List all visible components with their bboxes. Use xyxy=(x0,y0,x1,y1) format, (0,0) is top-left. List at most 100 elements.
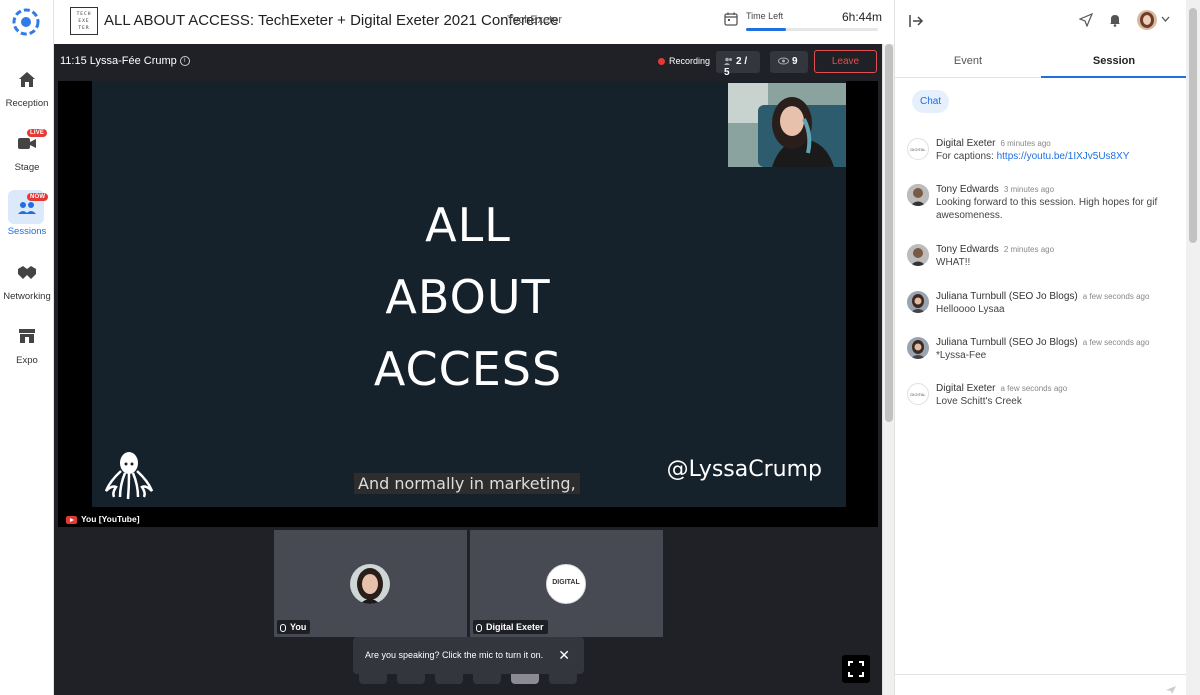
video-source-text: You [YouTube] xyxy=(81,514,140,524)
tab-session[interactable]: Session xyxy=(1041,44,1187,78)
main-video[interactable]: ALL ABOUT ACCESS And normally in marketi… xyxy=(58,81,878,527)
avatar[interactable] xyxy=(1137,10,1157,30)
page-scrollbar[interactable] xyxy=(1186,0,1200,695)
nav-sessions[interactable]: NOW Sessions xyxy=(0,190,54,256)
now-badge: NOW xyxy=(27,193,49,201)
avatar xyxy=(907,184,929,206)
video-source-label: You [YouTube] xyxy=(66,514,140,524)
fullscreen-icon xyxy=(848,661,864,677)
nav-stage-label: Stage xyxy=(14,162,40,173)
message-text: Looking forward to this session. High ho… xyxy=(936,197,1158,221)
participant-name: Digital Exeter xyxy=(486,622,544,632)
nav-networking[interactable]: Networking xyxy=(0,261,54,321)
leave-button[interactable]: Leave xyxy=(814,50,877,73)
session-time-speaker-text: 11:15 Lyssa-Fée Crump xyxy=(60,55,177,67)
avatar: DIGITAL xyxy=(907,383,929,405)
nav-stage[interactable]: LIVE Stage xyxy=(0,129,54,192)
viewers-count-text: 9 xyxy=(792,56,798,67)
eye-icon xyxy=(778,57,789,65)
chat-subtab[interactable]: Chat xyxy=(912,90,950,113)
fullscreen-button[interactable] xyxy=(842,655,870,683)
close-icon[interactable]: ✕ xyxy=(558,647,570,664)
speaker-pip-video[interactable] xyxy=(728,83,846,167)
brand-line-2: EXE xyxy=(78,19,90,24)
participant-name-badge: Digital Exeter xyxy=(473,620,548,634)
brand-line-1: TECH xyxy=(76,12,92,17)
camera-control-button[interactable] xyxy=(359,674,387,684)
time-left-progress-fill xyxy=(746,28,786,31)
calendar-icon xyxy=(724,12,738,26)
participant-tile-digital-exeter[interactable]: DIGITAL Digital Exeter xyxy=(470,530,663,637)
message-author: Tony Edwards 2 minutes ago xyxy=(936,244,1054,255)
stage-scrollbar[interactable] xyxy=(882,44,894,695)
message-time: 2 minutes ago xyxy=(1003,245,1055,254)
organizer-name[interactable]: TechExeter xyxy=(507,14,562,26)
live-badge: LIVE xyxy=(27,129,48,137)
techexeter-logo[interactable]: TECH EXE TER xyxy=(70,7,98,35)
recording-dot-icon xyxy=(658,58,665,66)
panel-tabs: Event Session xyxy=(895,44,1187,78)
juliana-avatar-image xyxy=(907,337,929,359)
message-author-name: Juliana Turnbull (SEO Jo Blogs) xyxy=(936,337,1078,348)
nav-reception[interactable]: Reception xyxy=(0,68,54,128)
digital-exeter-mini-logo-text: DIGITAL xyxy=(910,147,926,152)
participant-tile-you[interactable]: You xyxy=(274,530,467,637)
participant-name-badge: You xyxy=(277,620,311,634)
avatar xyxy=(907,337,929,359)
slide-twitter-handle: @LyssaCrump xyxy=(666,457,822,482)
participants-count[interactable]: 2 / 5 xyxy=(716,51,760,78)
nav-networking-label: Networking xyxy=(3,291,51,302)
message-time: a few seconds ago xyxy=(1082,338,1150,347)
slide-title-line-3: ACCESS xyxy=(373,342,563,396)
speaker-webcam-image xyxy=(728,83,846,167)
avatar-you-image xyxy=(350,564,390,604)
captions-link[interactable]: https://youtu.be/1IXJv5Us8XY xyxy=(997,151,1130,162)
tony-avatar-image xyxy=(907,244,929,266)
message-text: Helloooo Lysaa xyxy=(936,304,1005,315)
raise-hand-button[interactable] xyxy=(511,674,539,684)
collapse-panel-icon[interactable] xyxy=(908,13,924,29)
youtube-icon xyxy=(66,515,77,524)
stage-scrollbar-thumb[interactable] xyxy=(885,44,893,422)
slide-title-line-2: ABOUT xyxy=(385,270,551,324)
octopus-logo-icon xyxy=(104,452,154,500)
slide-title-line-1: ALL xyxy=(425,198,511,252)
nav-expo-label: Expo xyxy=(16,355,38,366)
message-text: *Lyssa-Fee xyxy=(936,350,987,361)
storefront-icon xyxy=(19,329,35,343)
panel-toolbar xyxy=(895,0,1187,44)
event-title: ALL ABOUT ACCESS: TechExeter + Digital E… xyxy=(104,12,559,29)
send-icon[interactable] xyxy=(1079,13,1093,27)
app-window: Reception LIVE Stage NOW Sessions Networ… xyxy=(0,0,1200,695)
screen-share-button[interactable] xyxy=(435,674,463,684)
recording-indicator: Recording xyxy=(658,56,710,66)
nav-expo[interactable]: Expo xyxy=(0,325,54,385)
session-time-speaker: 11:15 Lyssa-Fée Crump i xyxy=(60,55,190,67)
chat-input-area[interactable] xyxy=(895,674,1187,695)
more-options-button[interactable] xyxy=(549,674,577,684)
bell-icon[interactable] xyxy=(1108,13,1122,27)
chevron-down-icon[interactable] xyxy=(1161,16,1170,22)
settings-control-button[interactable] xyxy=(473,674,501,684)
message-author: Digital Exeter a few seconds ago xyxy=(936,383,1067,394)
message-time: a few seconds ago xyxy=(1000,384,1068,393)
message-text-prefix: For captions: xyxy=(936,151,997,162)
avatar xyxy=(907,291,929,313)
viewers-count[interactable]: 9 xyxy=(770,51,808,73)
juliana-avatar-image xyxy=(907,291,929,313)
send-message-icon[interactable] xyxy=(1165,685,1177,695)
app-logo-icon[interactable] xyxy=(12,8,40,36)
right-panel: Event Session Chat DIGITAL Digital Exete… xyxy=(894,0,1187,695)
mic-control-button[interactable] xyxy=(397,674,425,684)
slide-title: ALL ABOUT ACCESS xyxy=(92,189,844,405)
presentation-slide: ALL ABOUT ACCESS And normally in marketi… xyxy=(92,81,846,507)
mic-muted-icon xyxy=(476,623,482,632)
recording-label: Recording xyxy=(669,56,711,66)
tab-event[interactable]: Event xyxy=(895,44,1041,78)
session-stage: 11:15 Lyssa-Fée Crump i Recording 2 / 5 9… xyxy=(54,44,882,695)
page-scrollbar-thumb[interactable] xyxy=(1189,8,1197,243)
info-icon[interactable]: i xyxy=(179,56,190,67)
user-avatar-image xyxy=(1137,10,1157,30)
home-icon xyxy=(19,72,35,87)
participants-icon xyxy=(724,58,732,66)
